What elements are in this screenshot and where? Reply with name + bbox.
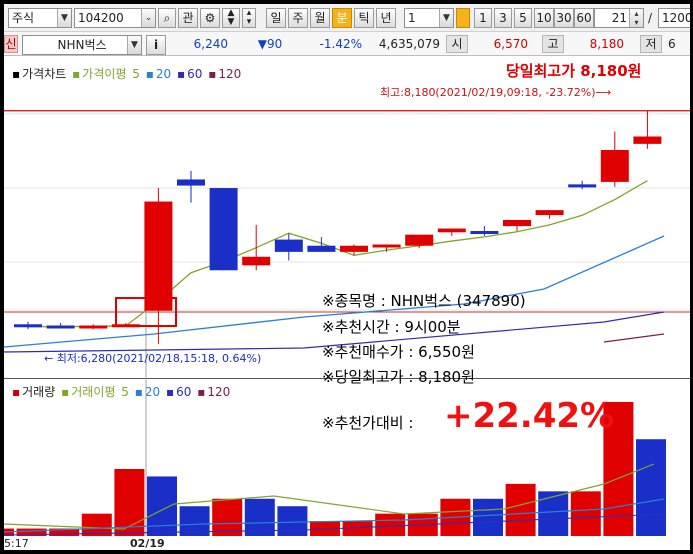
candle-body-16 [535, 210, 564, 216]
candle-body-10 [340, 245, 368, 252]
volume-bar-12 [375, 513, 406, 536]
candle-body-8 [274, 239, 303, 252]
overlay-gain-value: +22.42% [444, 396, 615, 436]
overlay-stock-name: ※종목명 : NHN벅스 (347890) [322, 292, 526, 310]
volume-bar-17 [538, 491, 569, 536]
volume-bar-3 [81, 513, 112, 536]
x-axis: 5:17 02/19 [4, 536, 690, 550]
volume-bar-20 [636, 439, 666, 536]
candle-body-15 [503, 219, 531, 227]
volume-bar-18 [570, 491, 601, 536]
candle-body-13 [437, 228, 466, 233]
candle-body-9 [307, 245, 336, 252]
overlay-gain-label: ※추천가대비 : [322, 414, 414, 432]
high-price-note: 최고:8,180(2021/02/19,09:18, -23.72%)⟶ [380, 86, 612, 99]
x-axis-date-label: 02/19 [130, 537, 165, 550]
ma120-line [603, 333, 665, 343]
candle-body-5 [177, 179, 205, 186]
candle-body-4 [144, 201, 173, 311]
volume-bar-15 [473, 498, 503, 536]
volume-bar-9 [277, 506, 308, 536]
candle-body-18 [600, 150, 629, 182]
candle-body-19 [633, 136, 662, 144]
volume-bar-7 [212, 498, 243, 536]
candle-body-0 [14, 324, 42, 328]
x-axis-time-label: 5:17 [4, 537, 29, 550]
candle-body-7 [242, 256, 271, 266]
low-price-note: ← 최저:6,280(2021/02/18,15:18, 0.64%) [44, 352, 262, 365]
candle-body-1 [46, 325, 75, 329]
high-price-title: 당일최고가 8,180원 [506, 62, 642, 80]
overlay-day-high: ※당일최고가 : 8,180원 [322, 368, 475, 386]
overlay-rec-time: ※추천시간 : 9시00분 [322, 318, 461, 336]
volume-bar-5 [147, 476, 177, 536]
candle-body-2 [79, 325, 108, 329]
overlay-rec-price: ※추천매수가 : 6,550원 [322, 343, 475, 361]
candle-body-12 [405, 234, 434, 246]
candle-body-6 [209, 188, 238, 271]
screen-frame: 주식 ▼ 104200 ⌄ ⌕ 관 ⚙ ▲ ▼ ▴ ▾ 일주월분틱년 1 ▼ 135… [0, 0, 693, 554]
candle-body-17 [568, 184, 597, 188]
candle-body-11 [372, 244, 401, 248]
candle-body-14 [470, 231, 499, 234]
volume-bar-16 [505, 483, 536, 536]
chart-window: 주식 ▼ 104200 ⌄ ⌕ 관 ⚙ ▲ ▼ ▴ ▾ 일주월분틱년 1 ▼ 135… [4, 4, 690, 550]
